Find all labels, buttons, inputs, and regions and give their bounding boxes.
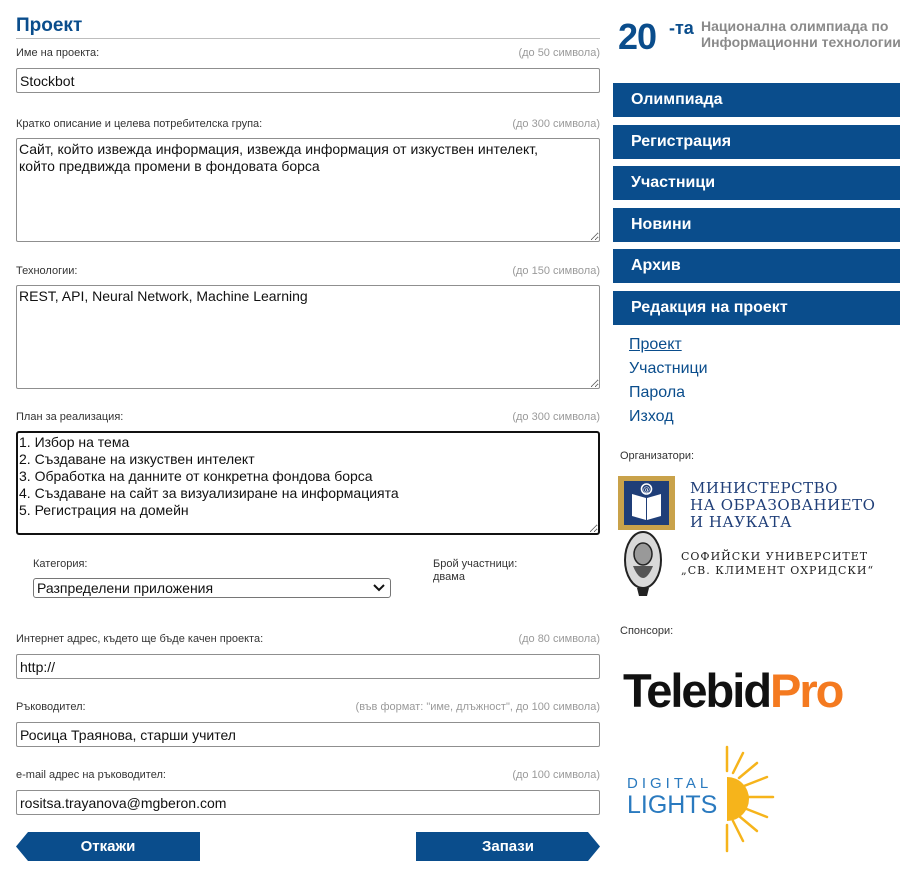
url-input[interactable] [16, 654, 600, 679]
submenu-item-password[interactable]: Парола [629, 381, 708, 405]
ministry-logo[interactable]: @ МИНИСТЕРСТВО НА ОБРАЗОВАНИЕТО И НАУКАТ… [618, 476, 888, 531]
url-label: Интернет адрес, където ще бъде качен про… [16, 633, 264, 645]
cancel-button[interactable]: Откажи [16, 832, 200, 861]
university-emblem-icon [624, 531, 662, 596]
project-name-input[interactable] [16, 68, 600, 93]
university-line-1: СОФИЙСКИ УНИВЕРСИТЕТ [681, 550, 869, 563]
mentor-input[interactable] [16, 722, 600, 747]
participants-label: Брой участници: [433, 558, 518, 570]
ministry-emblem-icon: @ [618, 476, 675, 530]
mentor-email-label: e-mail адрес на ръководител: [16, 769, 166, 781]
save-button[interactable]: Запази [416, 832, 600, 861]
telebid-logo[interactable]: TelebidPro [623, 662, 844, 720]
mentor-label: Ръководител: [16, 701, 86, 713]
university-name: СОФИЙСКИ УНИВЕРСИТЕТ „СВ. КЛИМЕНТ ОХРИДС… [681, 550, 874, 578]
technologies-textarea[interactable]: REST, API, Neural Network, Machine Learn… [16, 285, 600, 389]
menu-item-olympiad[interactable]: Олимпиада [613, 83, 900, 117]
mentor-hint: (във формат: "име, длъжност", до 100 сим… [355, 701, 600, 713]
brand-logo[interactable]: 20 -та Национална олимпиада по Информаци… [618, 14, 900, 70]
telebid-logo-text: Telebid [623, 664, 772, 717]
ministry-line-2: НА ОБРАЗОВАНИЕТО [690, 496, 876, 514]
brand-name: Национална олимпиада по Информационни те… [701, 18, 900, 50]
participants-value: двама [433, 571, 465, 583]
sponsors-label: Спонсори: [620, 625, 674, 637]
mentor-email-input[interactable] [16, 790, 600, 815]
page-title: Проект [16, 12, 600, 39]
telebid-logo-pro: Pro [770, 664, 844, 717]
mentor-email-field: e-mail адрес на ръководител: (до 100 симв… [16, 768, 600, 815]
menu-item-edit-project[interactable]: Редакция на проект [613, 290, 900, 325]
url-field: Интернет адрес, където ще бъде качен про… [16, 632, 600, 679]
main-menu: Олимпиада Регистрация Участници Новини А… [613, 83, 900, 333]
plan-textarea[interactable]: 1. Избор на тема 2. Създаване на изкуств… [16, 431, 600, 535]
digital-lights-logo[interactable]: DIGITAL LIGHTS [627, 745, 777, 855]
menu-item-news[interactable]: Новини [613, 207, 900, 242]
submenu: Проект Участници Парола Изход [629, 333, 708, 429]
mentor-email-hint: (до 100 символа) [512, 769, 600, 781]
technologies-field: Технологии: (до 150 символа) REST, API, N… [16, 264, 600, 389]
university-line-2: „СВ. КЛИМЕНТ ОХРИДСКИ“ [681, 564, 875, 577]
plan-hint: (до 300 символа) [512, 411, 600, 423]
menu-item-participants[interactable]: Участници [613, 166, 900, 201]
submenu-item-participants[interactable]: Участници [629, 357, 708, 381]
ministry-line-1: МИНИСТЕРСТВО [690, 479, 838, 497]
organizers-label: Организатори: [620, 450, 695, 462]
category-block: Категория: Разпределени приложения [33, 558, 393, 598]
description-hint: (до 300 символа) [512, 118, 600, 130]
participants-block: Брой участници: двама [433, 558, 517, 584]
menu-item-archive[interactable]: Архив [613, 249, 900, 284]
category-label: Категория: [33, 558, 88, 570]
category-selected-value: Разпределени приложения [37, 580, 214, 596]
menu-item-registration[interactable]: Регистрация [613, 124, 900, 159]
digital-lights-line-1: DIGITAL [627, 775, 713, 792]
brand-number: 20 [618, 16, 657, 57]
description-label: Кратко описание и целева потребителска г… [16, 118, 263, 130]
sun-icon [725, 745, 775, 853]
svg-text:@: @ [643, 486, 650, 494]
ministry-name: МИНИСТЕРСТВО НА ОБРАЗОВАНИЕТО И НАУКАТА [690, 480, 875, 531]
description-field: Кратко описание и целева потребителска г… [16, 117, 600, 242]
ministry-line-3: И НАУКАТА [690, 513, 792, 531]
mentor-field: Ръководител: (във формат: "име, длъжност"… [16, 700, 600, 747]
category-select[interactable]: Разпределени приложения [33, 578, 391, 598]
technologies-label: Технологии: [16, 265, 78, 277]
university-logo[interactable]: СОФИЙСКИ УНИВЕРСИТЕТ „СВ. КЛИМЕНТ ОХРИДС… [621, 530, 891, 598]
project-name-label: Име на проекта: [16, 47, 100, 59]
project-form: Проект Име на проекта: (до 50 символа) Кр… [16, 12, 600, 861]
project-name-hint: (до 50 символа) [518, 47, 600, 59]
project-name-field: Име на проекта: (до 50 символа) [16, 46, 600, 93]
plan-field: План за реализация: (до 300 символа) 1. И… [16, 410, 600, 535]
submenu-item-project[interactable]: Проект [629, 333, 708, 357]
digital-lights-line-2: LIGHTS [627, 791, 718, 819]
description-textarea[interactable]: Сайт, който извежда информация, извежда … [16, 138, 600, 242]
url-hint: (до 80 символа) [518, 633, 600, 645]
technologies-hint: (до 150 символа) [512, 265, 600, 277]
chevron-down-icon [372, 581, 386, 595]
brand-suffix: -та [669, 18, 694, 38]
plan-label: План за реализация: [16, 411, 124, 423]
submenu-item-logout[interactable]: Изход [629, 405, 708, 429]
